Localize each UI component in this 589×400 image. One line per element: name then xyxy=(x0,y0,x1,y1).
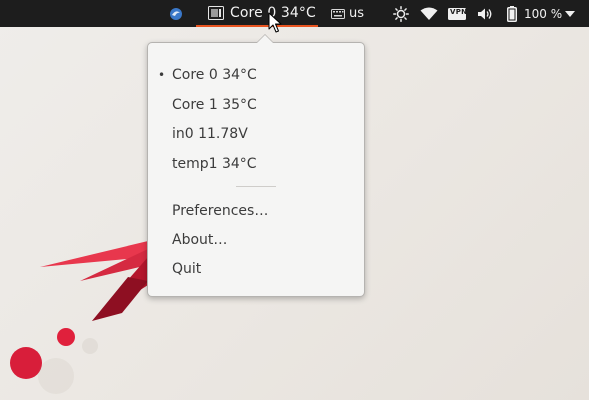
top-panel: Core 0 34°C us VPN 100 % xyxy=(0,0,589,27)
menu-item-sensor-in0[interactable]: in0 11.78V xyxy=(172,125,248,143)
menu-item-sensor-core0[interactable]: • Core 0 34°C xyxy=(158,66,257,84)
keyboard-icon xyxy=(331,8,345,19)
menu-item-sensor-core1[interactable]: Core 1 35°C xyxy=(172,96,257,114)
menu-item-label: About… xyxy=(172,232,228,248)
menu-item-label: in0 11.78V xyxy=(172,126,248,142)
battery-percentage-label: 100 % xyxy=(524,6,563,21)
brightness-indicator[interactable] xyxy=(393,0,409,27)
sensor-indicator[interactable]: Core 0 34°C xyxy=(196,0,318,27)
app-swirl-icon xyxy=(170,7,182,20)
sensor-chip-icon xyxy=(208,5,224,20)
menu-item-label: Quit xyxy=(172,261,202,277)
triangle-down-icon xyxy=(565,10,575,17)
menu-item-preferences[interactable]: Preferences… xyxy=(172,202,268,220)
vpn-indicator[interactable]: VPN xyxy=(448,0,468,27)
menu-item-sensor-temp1[interactable]: temp1 34°C xyxy=(172,155,257,173)
battery-indicator[interactable]: 100 % xyxy=(507,0,562,27)
wallpaper-dot-small xyxy=(57,328,75,346)
wifi-indicator[interactable] xyxy=(420,0,438,27)
menu-item-label: temp1 34°C xyxy=(172,156,257,172)
sensor-dropdown-menu: • Core 0 34°C Core 1 35°C in0 11.78V tem… xyxy=(147,34,365,297)
menu-item-about[interactable]: About… xyxy=(172,231,227,249)
menu-item-label: Core 0 34°C xyxy=(172,67,257,83)
menu-separator xyxy=(236,186,276,187)
menu-item-quit[interactable]: Quit xyxy=(172,260,201,278)
battery-icon xyxy=(507,5,517,22)
vpn-label: VPN xyxy=(450,8,468,16)
menu-pointer-arrow xyxy=(256,34,274,43)
volume-indicator[interactable] xyxy=(477,0,493,27)
keyboard-layout-label: us xyxy=(349,6,365,21)
system-menu-button[interactable] xyxy=(565,0,575,27)
menu-item-label: Core 1 35°C xyxy=(172,97,257,113)
mouse-cursor-icon xyxy=(268,12,282,33)
wallpaper-shadow-dot xyxy=(82,338,98,354)
wifi-icon xyxy=(420,7,438,20)
brightness-icon xyxy=(393,5,409,22)
app-indicator[interactable] xyxy=(169,0,183,27)
selected-marker: • xyxy=(158,68,166,82)
wallpaper-shadow-dot xyxy=(38,358,74,394)
volume-icon xyxy=(478,8,492,19)
keyboard-indicator[interactable]: us xyxy=(331,0,364,27)
menu-item-label: Preferences… xyxy=(172,203,269,219)
